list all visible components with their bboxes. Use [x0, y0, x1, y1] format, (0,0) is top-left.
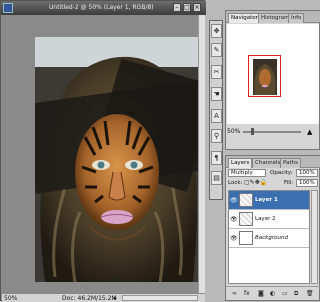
type-icon[interactable]: A	[211, 109, 222, 123]
layer-thumbnail	[239, 212, 253, 226]
document-title-bar[interactable]: Untitled-2 @ 50% (Layer 1, RGB/8) – □ ×	[1, 1, 206, 15]
layers-panel: Layers Channels Paths Multiply Opacity: …	[225, 155, 320, 301]
fill-field[interactable]: 100%	[296, 179, 318, 187]
hand-icon[interactable]: ☚	[211, 87, 222, 101]
horizontal-scrollbar[interactable]	[122, 295, 198, 301]
tab-layers[interactable]: Layers	[228, 158, 253, 168]
layers-controls: Multiply Opacity: 100% Lock: ▢✎✥🔒 Fill: …	[226, 169, 320, 189]
vertical-scrollbar[interactable]	[198, 15, 205, 293]
zoom-icon[interactable]: ⚲	[211, 129, 222, 143]
layer-name[interactable]: Layer 2	[255, 216, 276, 222]
opacity-field[interactable]: 100%	[296, 169, 318, 177]
tab-channels[interactable]: Channels	[252, 158, 284, 168]
layers-scrollbar[interactable]	[311, 190, 318, 284]
navigator-tab-bar: Navigator Histogram Info	[226, 11, 320, 23]
navigator-panel: Navigator Histogram Info 50% ▲	[225, 10, 320, 150]
navigator-zoom-value[interactable]: 50%	[227, 128, 240, 135]
brush-icon[interactable]: ✎	[211, 43, 222, 57]
link-icon[interactable]: ∞	[232, 290, 237, 297]
opacity-label: Opacity:	[270, 170, 293, 176]
navigator-zoom-knob[interactable]	[251, 128, 254, 135]
layer-name[interactable]: Layer 1	[255, 197, 278, 203]
layers-tab-bar: Layers Channels Paths	[226, 156, 320, 168]
close-button[interactable]: ×	[193, 3, 201, 12]
maximize-button[interactable]: □	[183, 3, 191, 12]
history-icon[interactable]: ▤	[211, 171, 222, 185]
canvas-area[interactable]	[2, 15, 205, 294]
folder-icon[interactable]: ▭	[282, 290, 288, 297]
photoshop-app-icon	[3, 3, 13, 13]
fx-icon[interactable]: fx	[244, 290, 250, 297]
fill-label: Fill:	[284, 180, 294, 186]
tab-info[interactable]: Info	[288, 13, 305, 23]
new-layer-icon[interactable]: ⧉	[294, 290, 298, 298]
layers-list: 👁 Layer 1 👁 Layer 2 👁 Background	[228, 190, 310, 284]
layers-footer: ∞ fx ◙ ◐ ▭ ⧉ 🗑	[226, 286, 320, 300]
tab-navigator[interactable]: Navigator	[228, 13, 261, 23]
layer-row[interactable]: 👁 Layer 2	[229, 210, 309, 229]
document-title: Untitled-2 @ 50% (Layer 1, RGB/8)	[49, 4, 154, 11]
paragraph-icon[interactable]: ¶	[211, 151, 222, 165]
tools-strip: ✥ ✎ ✂ ☚ A ⚲ ¶ ▤	[209, 20, 223, 200]
minimize-button[interactable]: –	[173, 3, 181, 12]
layer-name[interactable]: Background	[255, 235, 288, 241]
canvas-image[interactable]	[35, 37, 200, 282]
eye-icon[interactable]: 👁	[230, 197, 238, 204]
tiger-face-composite-image	[35, 37, 200, 282]
mask-icon[interactable]: ◙	[258, 290, 264, 297]
zoom-in-icon[interactable]: ▲	[307, 128, 312, 136]
navigator-view-frame[interactable]	[248, 55, 281, 97]
tab-paths[interactable]: Paths	[280, 158, 301, 168]
lock-label: Lock:	[228, 180, 243, 186]
navigator-preview[interactable]	[227, 24, 319, 124]
move-icon[interactable]: ✥	[211, 24, 222, 38]
lock-icons[interactable]: ▢✎✥🔒	[244, 179, 267, 186]
trash-icon[interactable]: 🗑	[306, 290, 314, 297]
layer-row[interactable]: 👁 Layer 1	[229, 191, 309, 210]
layer-row[interactable]: 👁 Background	[229, 229, 309, 248]
eye-icon[interactable]: 👁	[230, 216, 238, 223]
eye-icon[interactable]: 👁	[230, 235, 238, 242]
adjustment-icon[interactable]: ◐	[270, 290, 275, 297]
blend-mode-select[interactable]: Multiply	[228, 169, 266, 177]
eraser-icon[interactable]: ✂	[211, 65, 222, 79]
layer-thumbnail	[239, 193, 253, 207]
navigator-zoom-controls: 50% ▲	[227, 128, 319, 137]
layer-thumbnail	[239, 231, 253, 245]
document-window: Untitled-2 @ 50% (Layer 1, RGB/8) – □ ×	[0, 0, 206, 302]
